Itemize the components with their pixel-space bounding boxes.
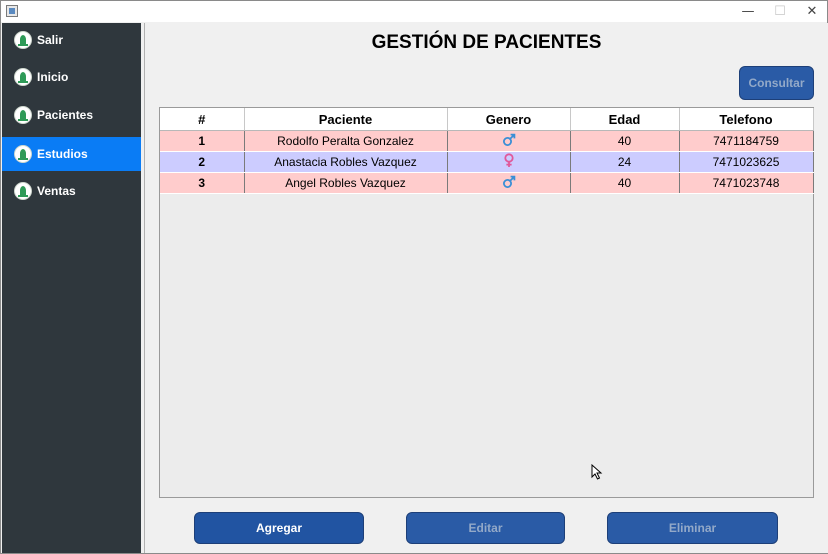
cell-genero <box>447 130 571 152</box>
table-row[interactable]: 2 Anastacia Robles Vazquez 24 7471023625 <box>160 151 814 173</box>
sidebar-item-pacientes[interactable]: Pacientes <box>2 98 141 132</box>
cell-num: 3 <box>160 172 245 194</box>
cell-num: 1 <box>160 130 245 152</box>
sidebar-item-label: Estudios <box>37 147 88 161</box>
cell-paciente: Rodolfo Peralta Gonzalez <box>244 130 448 152</box>
close-button[interactable]: ✕ <box>795 1 828 22</box>
logo-icon <box>14 182 32 200</box>
logo-icon <box>14 31 32 49</box>
sidebar-item-salir[interactable]: Salir <box>2 23 141 57</box>
table-header-row: # Paciente Genero Edad Telefono <box>160 108 814 131</box>
cell-telefono: 7471023625 <box>679 151 814 173</box>
maximize-button[interactable]: ☐ <box>763 1 797 22</box>
cell-genero <box>447 172 571 194</box>
logo-icon <box>14 106 32 124</box>
female-icon <box>503 153 514 167</box>
eliminar-button[interactable]: Eliminar <box>607 512 778 544</box>
column-header-genero[interactable]: Genero <box>447 108 571 131</box>
agregar-button[interactable]: Agregar <box>194 512 364 544</box>
patients-table[interactable]: # Paciente Genero Edad Telefono 1 Rodolf… <box>159 107 814 498</box>
mouse-cursor-icon <box>591 464 603 480</box>
column-header-num[interactable]: # <box>160 108 245 131</box>
logo-icon <box>14 68 32 86</box>
sidebar-item-estudios[interactable]: Estudios <box>2 137 141 171</box>
cell-genero <box>447 151 571 173</box>
main-panel: GESTIÓN DE PACIENTES Consultar # Pacient… <box>144 23 828 553</box>
minimize-button[interactable]: — <box>731 1 765 22</box>
sidebar-item-label: Pacientes <box>37 108 94 122</box>
sidebar-item-label: Salir <box>37 33 64 47</box>
editar-button[interactable]: Editar <box>406 512 565 544</box>
consultar-button[interactable]: Consultar <box>739 66 814 100</box>
sidebar-item-label: Inicio <box>37 70 69 84</box>
app-window: — ☐ ✕ Salir Inicio Pacientes Estudios Ve… <box>0 0 828 554</box>
cell-num: 2 <box>160 151 245 173</box>
cell-edad: 24 <box>570 151 680 173</box>
cell-telefono: 7471184759 <box>679 130 814 152</box>
logo-icon <box>14 145 32 163</box>
male-icon <box>502 175 515 188</box>
title-bar: — ☐ ✕ <box>1 1 827 22</box>
sidebar-item-label: Ventas <box>37 184 76 198</box>
sidebar-item-inicio[interactable]: Inicio <box>2 60 141 94</box>
table-row[interactable]: 3 Angel Robles Vazquez 40 7471023748 <box>160 172 814 194</box>
java-app-icon <box>6 5 18 17</box>
cell-paciente: Angel Robles Vazquez <box>244 172 448 194</box>
sidebar-item-ventas[interactable]: Ventas <box>2 174 141 208</box>
page-title: GESTIÓN DE PACIENTES <box>371 32 602 53</box>
cell-telefono: 7471023748 <box>679 172 814 194</box>
cell-edad: 40 <box>570 130 680 152</box>
column-header-edad[interactable]: Edad <box>570 108 680 131</box>
column-header-paciente[interactable]: Paciente <box>244 108 448 131</box>
male-icon <box>502 133 515 146</box>
sidebar: Salir Inicio Pacientes Estudios Ventas <box>2 23 141 553</box>
table-row[interactable]: 1 Rodolfo Peralta Gonzalez 40 7471184759 <box>160 130 814 152</box>
cell-edad: 40 <box>570 172 680 194</box>
column-header-telefono[interactable]: Telefono <box>679 108 814 131</box>
cell-paciente: Anastacia Robles Vazquez <box>244 151 448 173</box>
